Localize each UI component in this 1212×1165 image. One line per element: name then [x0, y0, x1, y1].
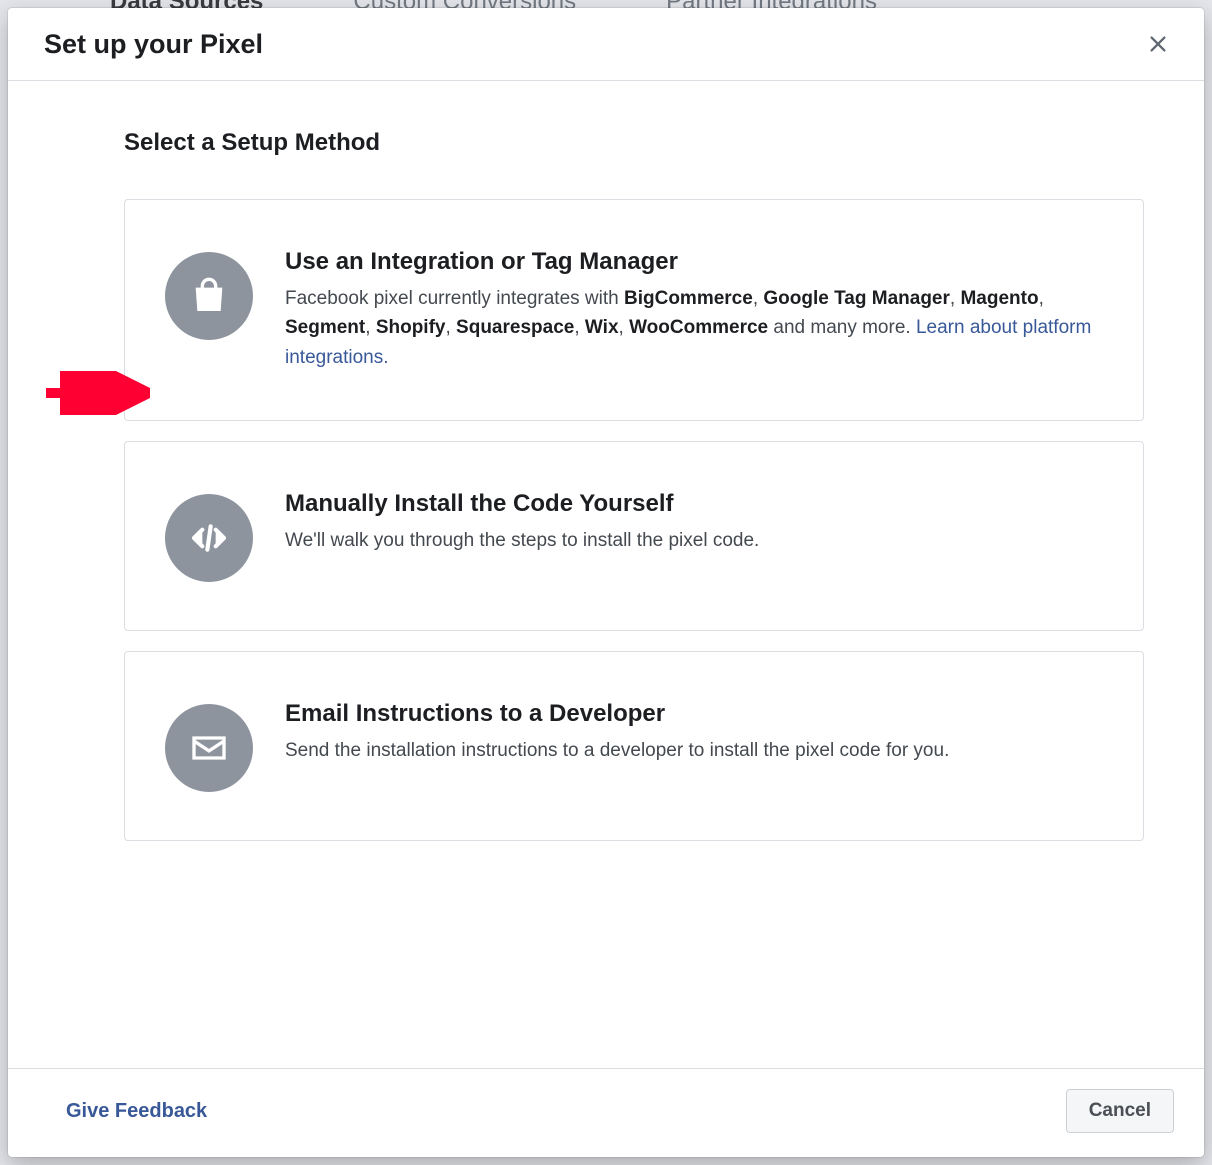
option-content: Use an Integration or Tag Manager Facebo…: [285, 248, 1103, 372]
option-description: Send the installation instructions to a …: [285, 736, 1103, 765]
option-title: Manually Install the Code Yourself: [285, 490, 1103, 518]
shopping-bag-icon: [165, 252, 253, 340]
option-description: We'll walk you through the steps to inst…: [285, 526, 1103, 555]
option-content: Manually Install the Code Yourself We'll…: [285, 490, 1103, 555]
option-integration[interactable]: Use an Integration or Tag Manager Facebo…: [124, 199, 1144, 421]
pixel-setup-modal: Set up your Pixel Select a Setup Method …: [8, 8, 1204, 1157]
close-icon: [1147, 33, 1169, 55]
option-title: Email Instructions to a Developer: [285, 700, 1103, 728]
option-description: Facebook pixel currently integrates with…: [285, 284, 1103, 372]
option-content: Email Instructions to a Developer Send t…: [285, 700, 1103, 765]
option-title: Use an Integration or Tag Manager: [285, 248, 1103, 276]
modal-header: Set up your Pixel: [8, 8, 1204, 81]
modal-footer: Give Feedback Cancel: [8, 1068, 1204, 1157]
give-feedback-link[interactable]: Give Feedback: [66, 1100, 207, 1123]
code-icon: [165, 494, 253, 582]
option-manual-install[interactable]: Manually Install the Code Yourself We'll…: [124, 441, 1144, 631]
cancel-button[interactable]: Cancel: [1066, 1089, 1174, 1133]
modal-body: Select a Setup Method Use an Integration…: [8, 81, 1204, 1068]
modal-title: Set up your Pixel: [44, 29, 263, 60]
close-button[interactable]: [1140, 26, 1176, 62]
option-email-developer[interactable]: Email Instructions to a Developer Send t…: [124, 651, 1144, 841]
envelope-icon: [165, 704, 253, 792]
setup-method-heading: Select a Setup Method: [124, 129, 1144, 157]
